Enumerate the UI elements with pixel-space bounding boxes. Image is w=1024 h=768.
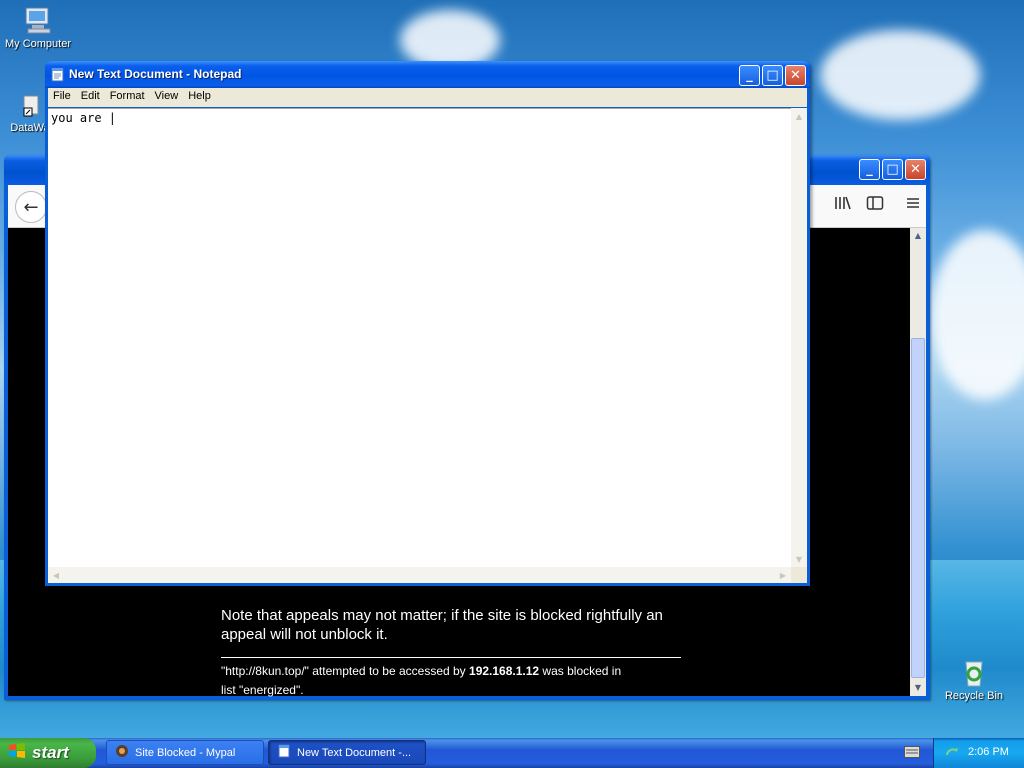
recycle-bin-icon xyxy=(958,656,990,688)
network-icon[interactable] xyxy=(944,745,960,764)
notepad-icon xyxy=(51,67,65,85)
notepad-titlebar[interactable]: New Text Document - Notepad _ □ ✕ xyxy=(45,61,810,88)
text-editor[interactable]: you are | xyxy=(48,108,791,567)
browser-scrollbar[interactable]: ▲ ▼ xyxy=(910,228,926,696)
close-button[interactable]: ✕ xyxy=(905,159,926,180)
back-arrow-icon: ← xyxy=(23,196,39,218)
notepad-window[interactable]: New Text Document - Notepad _ □ ✕ File Ed… xyxy=(45,61,810,586)
blocked-ip: 192.168.1.12 xyxy=(469,664,540,678)
clock[interactable]: 2:06 PM xyxy=(968,746,1009,758)
browser-app-icon xyxy=(115,744,129,761)
sidebar-icon[interactable] xyxy=(866,195,884,215)
menu-format[interactable]: Format xyxy=(105,88,150,102)
close-button[interactable]: ✕ xyxy=(785,65,806,86)
editor-text: you are | xyxy=(51,111,117,125)
minimize-icon: _ xyxy=(746,68,753,83)
scroll-right-icon[interactable]: ▶ xyxy=(775,567,791,583)
keyboard-icon[interactable] xyxy=(904,746,920,761)
menu-hamburger-icon[interactable] xyxy=(905,195,921,215)
maximize-button[interactable]: □ xyxy=(762,65,783,86)
horizontal-scrollbar[interactable]: ◀ ▶ xyxy=(48,567,791,583)
start-label: start xyxy=(32,743,69,762)
close-icon: ✕ xyxy=(790,68,801,83)
desktop-icon-my-computer[interactable]: My Computer xyxy=(0,4,76,50)
desktop-icon-label: My Computer xyxy=(4,38,72,50)
scroll-up-icon[interactable]: ▲ xyxy=(910,228,926,244)
scroll-thumb[interactable] xyxy=(911,338,925,678)
blocked-message-prefix: "http://8kun.top/" attempted to be acces… xyxy=(221,664,470,678)
menu-edit[interactable]: Edit xyxy=(76,88,105,102)
minimize-button[interactable]: _ xyxy=(859,159,880,180)
scroll-down-icon[interactable]: ▼ xyxy=(791,551,807,567)
close-icon: ✕ xyxy=(910,162,921,177)
blocked-message: "http://8kun.top/" attempted to be acces… xyxy=(221,662,691,700)
library-icon[interactable] xyxy=(834,195,852,215)
task-label: Site Blocked - Mypal xyxy=(135,746,236,759)
blocked-list-name: list "energized". xyxy=(221,683,304,697)
task-label: New Text Document -... xyxy=(297,746,412,759)
maximize-icon: □ xyxy=(766,68,779,83)
datawarehouse-icon xyxy=(14,88,46,120)
menu-view[interactable]: View xyxy=(150,88,184,102)
resize-grip[interactable] xyxy=(791,567,807,583)
desktop-icon-label: Recycle Bin xyxy=(944,690,1004,702)
minimize-button[interactable]: _ xyxy=(739,65,760,86)
menu-file[interactable]: File xyxy=(48,88,76,102)
cloud xyxy=(820,30,980,120)
vertical-scrollbar[interactable]: ▲ ▼ xyxy=(791,108,807,567)
task-button-notepad[interactable]: New Text Document -... xyxy=(268,740,426,765)
task-button-browser[interactable]: Site Blocked - Mypal xyxy=(106,740,264,765)
appeal-note: Note that appeals may not matter; if the… xyxy=(221,607,663,643)
menu-help[interactable]: Help xyxy=(183,88,216,102)
desktop-icon-label: DataWa xyxy=(10,122,50,134)
start-button[interactable]: start xyxy=(0,738,96,768)
minimize-icon: _ xyxy=(866,162,873,177)
scroll-left-icon[interactable]: ◀ xyxy=(48,567,64,583)
window-title: New Text Document - Notepad xyxy=(69,67,242,81)
cloud xyxy=(930,230,1024,400)
divider xyxy=(221,657,681,658)
taskbar: start Site Blocked - Mypal New Text Docu… xyxy=(0,738,1024,768)
windows-logo-icon xyxy=(8,742,26,765)
scroll-up-icon[interactable]: ▲ xyxy=(791,108,807,124)
desktop-icon-recycle-bin[interactable]: Recycle Bin xyxy=(936,656,1012,702)
menu-bar: File Edit Format View Help xyxy=(48,88,807,107)
system-tray: 2:06 PM xyxy=(933,738,1024,768)
scroll-down-icon[interactable]: ▼ xyxy=(910,680,926,696)
notepad-app-icon xyxy=(277,744,291,761)
back-button[interactable]: ← xyxy=(15,191,47,223)
blocked-message-mid: was blocked in xyxy=(539,664,622,678)
maximize-icon: □ xyxy=(886,162,899,177)
maximize-button[interactable]: □ xyxy=(882,159,903,180)
computer-icon xyxy=(22,4,54,36)
